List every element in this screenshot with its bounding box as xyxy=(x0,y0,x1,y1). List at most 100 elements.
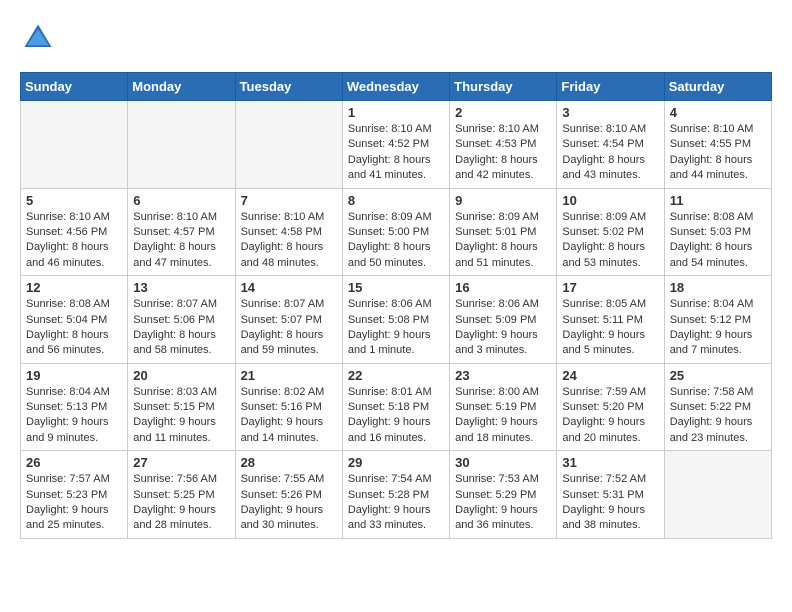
day-info: Sunrise: 8:10 AM Sunset: 4:53 PM Dayligh… xyxy=(455,122,551,184)
calendar-cell: 20 Sunrise: 8:03 AM Sunset: 5:15 PM Dayli… xyxy=(128,363,235,451)
calendar-cell xyxy=(664,451,771,539)
day-info: Sunrise: 8:10 AM Sunset: 4:57 PM Dayligh… xyxy=(133,210,229,272)
day-info: Sunrise: 8:02 AM Sunset: 5:16 PM Dayligh… xyxy=(241,385,337,447)
day-info: Sunrise: 8:07 AM Sunset: 5:07 PM Dayligh… xyxy=(241,297,337,359)
calendar-cell: 16 Sunrise: 8:06 AM Sunset: 5:09 PM Dayli… xyxy=(450,276,557,364)
day-info: Sunrise: 8:10 AM Sunset: 4:56 PM Dayligh… xyxy=(26,210,122,272)
day-info: Sunrise: 8:05 AM Sunset: 5:11 PM Dayligh… xyxy=(562,297,658,359)
logo-icon xyxy=(20,20,56,56)
calendar-cell: 7 Sunrise: 8:10 AM Sunset: 4:58 PM Daylig… xyxy=(235,188,342,276)
day-info: Sunrise: 8:00 AM Sunset: 5:19 PM Dayligh… xyxy=(455,385,551,447)
day-info: Sunrise: 7:55 AM Sunset: 5:26 PM Dayligh… xyxy=(241,472,337,534)
calendar-cell: 9Sunrise: 8:09 AM Sunset: 5:01 PM Daylig… xyxy=(450,188,557,276)
day-number: 28 xyxy=(241,455,337,470)
calendar-cell: 26 Sunrise: 7:57 AM Sunset: 5:23 PM Dayli… xyxy=(21,451,128,539)
calendar-cell: 21 Sunrise: 8:02 AM Sunset: 5:16 PM Dayli… xyxy=(235,363,342,451)
day-number: 14 xyxy=(241,280,337,295)
calendar-cell: 25Sunrise: 7:58 AM Sunset: 5:22 PM Dayli… xyxy=(664,363,771,451)
calendar-cell xyxy=(128,101,235,189)
calendar-week-row: 12 Sunrise: 8:08 AM Sunset: 5:04 PM Dayli… xyxy=(21,276,772,364)
calendar-cell: 13 Sunrise: 8:07 AM Sunset: 5:06 PM Dayli… xyxy=(128,276,235,364)
calendar-cell: 2 Sunrise: 8:10 AM Sunset: 4:53 PM Daylig… xyxy=(450,101,557,189)
day-info: Sunrise: 7:53 AM Sunset: 5:29 PM Dayligh… xyxy=(455,472,551,534)
calendar-cell: 10 Sunrise: 8:09 AM Sunset: 5:02 PM Dayli… xyxy=(557,188,664,276)
day-number: 11 xyxy=(670,193,766,208)
day-info: Sunrise: 8:03 AM Sunset: 5:15 PM Dayligh… xyxy=(133,385,229,447)
day-number: 12 xyxy=(26,280,122,295)
calendar-cell: 6 Sunrise: 8:10 AM Sunset: 4:57 PM Daylig… xyxy=(128,188,235,276)
day-number: 29 xyxy=(348,455,444,470)
day-number: 2 xyxy=(455,105,551,120)
calendar-cell: 12 Sunrise: 8:08 AM Sunset: 5:04 PM Dayli… xyxy=(21,276,128,364)
weekday-header-wednesday: Wednesday xyxy=(342,73,449,101)
day-info: Sunrise: 8:06 AM Sunset: 5:09 PM Dayligh… xyxy=(455,297,551,359)
calendar-cell: 14 Sunrise: 8:07 AM Sunset: 5:07 PM Dayli… xyxy=(235,276,342,364)
day-number: 6 xyxy=(133,193,229,208)
day-number: 4 xyxy=(670,105,766,120)
calendar-cell: 23 Sunrise: 8:00 AM Sunset: 5:19 PM Dayli… xyxy=(450,363,557,451)
weekday-header-thursday: Thursday xyxy=(450,73,557,101)
day-info: Sunrise: 8:07 AM Sunset: 5:06 PM Dayligh… xyxy=(133,297,229,359)
calendar-cell: 1 Sunrise: 8:10 AM Sunset: 4:52 PM Daylig… xyxy=(342,101,449,189)
calendar-cell: 17 Sunrise: 8:05 AM Sunset: 5:11 PM Dayli… xyxy=(557,276,664,364)
day-info: Sunrise: 8:04 AM Sunset: 5:13 PM Dayligh… xyxy=(26,385,122,447)
day-number: 30 xyxy=(455,455,551,470)
day-number: 21 xyxy=(241,368,337,383)
day-info: Sunrise: 8:08 AM Sunset: 5:03 PM Dayligh… xyxy=(670,210,766,272)
day-number: 19 xyxy=(26,368,122,383)
day-info: Sunrise: 8:09 AM Sunset: 5:02 PM Dayligh… xyxy=(562,210,658,272)
calendar-cell: 31 Sunrise: 7:52 AM Sunset: 5:31 PM Dayli… xyxy=(557,451,664,539)
calendar-cell: 5 Sunrise: 8:10 AM Sunset: 4:56 PM Daylig… xyxy=(21,188,128,276)
calendar-table: SundayMondayTuesdayWednesdayThursdayFrid… xyxy=(20,72,772,539)
calendar-cell: 19 Sunrise: 8:04 AM Sunset: 5:13 PM Dayli… xyxy=(21,363,128,451)
day-number: 23 xyxy=(455,368,551,383)
day-info: Sunrise: 8:01 AM Sunset: 5:18 PM Dayligh… xyxy=(348,385,444,447)
day-info: Sunrise: 7:52 AM Sunset: 5:31 PM Dayligh… xyxy=(562,472,658,534)
day-info: Sunrise: 8:10 AM Sunset: 4:52 PM Dayligh… xyxy=(348,122,444,184)
calendar-week-row: 1 Sunrise: 8:10 AM Sunset: 4:52 PM Daylig… xyxy=(21,101,772,189)
day-number: 16 xyxy=(455,280,551,295)
day-number: 20 xyxy=(133,368,229,383)
day-info: Sunrise: 8:10 AM Sunset: 4:55 PM Dayligh… xyxy=(670,122,766,184)
day-info: Sunrise: 7:57 AM Sunset: 5:23 PM Dayligh… xyxy=(26,472,122,534)
calendar-cell: 24Sunrise: 7:59 AM Sunset: 5:20 PM Dayli… xyxy=(557,363,664,451)
day-number: 13 xyxy=(133,280,229,295)
day-number: 7 xyxy=(241,193,337,208)
day-number: 10 xyxy=(562,193,658,208)
weekday-header-sunday: Sunday xyxy=(21,73,128,101)
logo xyxy=(20,20,62,56)
day-info: Sunrise: 8:08 AM Sunset: 5:04 PM Dayligh… xyxy=(26,297,122,359)
calendar-cell: 4 Sunrise: 8:10 AM Sunset: 4:55 PM Daylig… xyxy=(664,101,771,189)
day-number: 3 xyxy=(562,105,658,120)
day-number: 18 xyxy=(670,280,766,295)
calendar-cell: 18Sunrise: 8:04 AM Sunset: 5:12 PM Dayli… xyxy=(664,276,771,364)
calendar-cell: 28 Sunrise: 7:55 AM Sunset: 5:26 PM Dayli… xyxy=(235,451,342,539)
day-number: 17 xyxy=(562,280,658,295)
calendar-week-row: 19 Sunrise: 8:04 AM Sunset: 5:13 PM Dayli… xyxy=(21,363,772,451)
day-info: Sunrise: 8:10 AM Sunset: 4:54 PM Dayligh… xyxy=(562,122,658,184)
weekday-header-friday: Friday xyxy=(557,73,664,101)
day-number: 31 xyxy=(562,455,658,470)
day-info: Sunrise: 8:09 AM Sunset: 5:01 PM Dayligh… xyxy=(455,210,551,272)
day-info: Sunrise: 7:56 AM Sunset: 5:25 PM Dayligh… xyxy=(133,472,229,534)
calendar-week-row: 26 Sunrise: 7:57 AM Sunset: 5:23 PM Dayli… xyxy=(21,451,772,539)
day-info: Sunrise: 8:10 AM Sunset: 4:58 PM Dayligh… xyxy=(241,210,337,272)
day-number: 27 xyxy=(133,455,229,470)
page-header xyxy=(20,20,772,56)
weekday-header-tuesday: Tuesday xyxy=(235,73,342,101)
day-number: 5 xyxy=(26,193,122,208)
day-info: Sunrise: 7:54 AM Sunset: 5:28 PM Dayligh… xyxy=(348,472,444,534)
calendar-cell: 11 Sunrise: 8:08 AM Sunset: 5:03 PM Dayli… xyxy=(664,188,771,276)
calendar-cell: 22 Sunrise: 8:01 AM Sunset: 5:18 PM Dayli… xyxy=(342,363,449,451)
day-number: 26 xyxy=(26,455,122,470)
calendar-cell: 30 Sunrise: 7:53 AM Sunset: 5:29 PM Dayli… xyxy=(450,451,557,539)
calendar-cell: 29 Sunrise: 7:54 AM Sunset: 5:28 PM Dayli… xyxy=(342,451,449,539)
calendar-cell: 8Sunrise: 8:09 AM Sunset: 5:00 PM Daylig… xyxy=(342,188,449,276)
calendar-cell xyxy=(21,101,128,189)
day-number: 1 xyxy=(348,105,444,120)
day-number: 22 xyxy=(348,368,444,383)
day-info: Sunrise: 7:59 AM Sunset: 5:20 PM Dayligh… xyxy=(562,385,658,447)
calendar-cell xyxy=(235,101,342,189)
weekday-header-row: SundayMondayTuesdayWednesdayThursdayFrid… xyxy=(21,73,772,101)
calendar-cell: 3 Sunrise: 8:10 AM Sunset: 4:54 PM Daylig… xyxy=(557,101,664,189)
